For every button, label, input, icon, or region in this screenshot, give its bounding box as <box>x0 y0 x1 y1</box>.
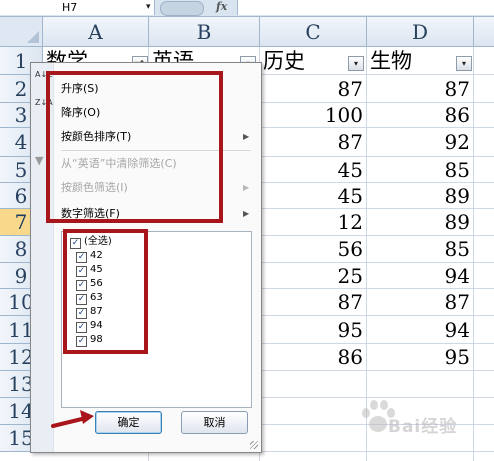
column-header-d[interactable]: D <box>367 17 474 47</box>
cell-d9[interactable]: 94 <box>367 263 474 289</box>
ok-button[interactable]: 确定 <box>95 411 162 434</box>
formula-bar-splitter[interactable] <box>160 1 204 16</box>
select-all-triangle-icon <box>27 31 39 43</box>
cell-c7[interactable]: 12 <box>260 209 367 236</box>
clear-filter-icon: ▼ <box>35 154 44 167</box>
cell-c3[interactable]: 100 <box>260 103 367 128</box>
name-box[interactable]: H7 <box>0 0 155 15</box>
submenu-arrow-icon: ▶ <box>243 209 250 218</box>
cell-c9[interactable]: 25 <box>260 263 367 289</box>
cell-c8[interactable]: 56 <box>260 236 367 263</box>
cell-d7[interactable]: 89 <box>367 209 474 236</box>
column-header-c[interactable]: C <box>260 17 367 47</box>
resize-grip-icon[interactable] <box>250 441 258 449</box>
cell-c2[interactable]: 87 <box>260 75 367 103</box>
select-all-corner[interactable] <box>0 17 43 47</box>
filter-button-c[interactable]: ▾ <box>348 56 364 71</box>
cell-d4[interactable]: 92 <box>367 128 474 157</box>
cell-d11[interactable]: 94 <box>367 316 474 344</box>
highlight-box-menu <box>46 71 223 223</box>
filter-button-d[interactable]: ▾ <box>456 56 472 71</box>
cell-d6[interactable]: 89 <box>367 183 474 209</box>
column-header-a[interactable]: A <box>43 17 149 47</box>
name-box-dropdown-icon[interactable]: ▾ <box>146 0 151 15</box>
cancel-button[interactable]: 取消 <box>181 411 248 434</box>
cell-c5[interactable]: 45 <box>260 157 367 183</box>
cell-d2[interactable]: 87 <box>367 75 474 103</box>
watermark-text: Bai经验 <box>388 417 458 437</box>
cell-c10[interactable]: 87 <box>260 289 367 316</box>
cell-d8[interactable]: 85 <box>367 236 474 263</box>
column-header-e[interactable] <box>474 17 494 47</box>
highlight-box-checklist <box>63 229 148 354</box>
watermark-logo: Bai经验 <box>358 392 494 458</box>
cell-d12[interactable]: 95 <box>367 344 474 371</box>
pointer-arrow-icon <box>51 410 94 428</box>
formula-input[interactable] <box>237 0 494 15</box>
cell-d10[interactable]: 87 <box>367 289 474 316</box>
cell-c6[interactable]: 45 <box>260 183 367 209</box>
cell-d3[interactable]: 86 <box>367 103 474 128</box>
submenu-arrow-icon: ▶ <box>243 132 250 141</box>
cell-c11[interactable]: 95 <box>260 316 367 344</box>
insert-function-icon[interactable]: fx <box>216 0 227 14</box>
cell-d5[interactable]: 85 <box>367 157 474 183</box>
submenu-arrow-icon: ▶ <box>243 183 250 192</box>
cell-c12[interactable]: 86 <box>260 344 367 371</box>
cell-c4[interactable]: 87 <box>260 128 367 157</box>
column-header-b[interactable]: B <box>149 17 260 47</box>
formula-bar: H7 ▾ fx <box>0 0 494 17</box>
